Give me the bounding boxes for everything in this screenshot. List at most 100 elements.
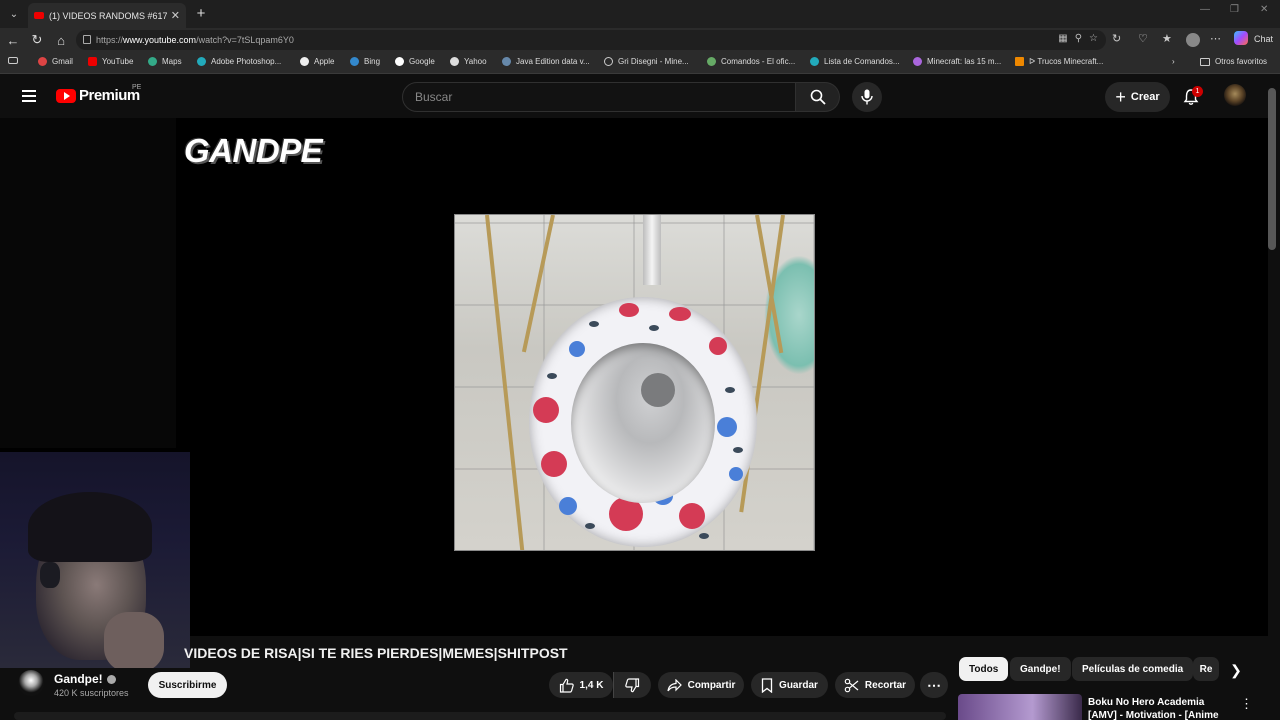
bookmark-item[interactable]: Bing: [350, 57, 380, 66]
like-count: 1,4 K: [579, 679, 604, 691]
url-prefix: https://: [96, 35, 124, 45]
bookmark-item[interactable]: Minecraft: las 15 m...: [913, 57, 1001, 66]
create-label: Crear: [1130, 91, 1160, 103]
search-button[interactable]: [796, 82, 840, 112]
dislike-button[interactable]: [613, 672, 651, 698]
search-input[interactable]: Buscar: [402, 82, 796, 112]
app-install-icon[interactable]: ▦: [1058, 33, 1067, 44]
reload-icon[interactable]: ↻: [28, 31, 46, 49]
new-tab-icon[interactable]: +: [192, 4, 210, 22]
share-button[interactable]: Compartir: [658, 672, 744, 698]
tab-close-icon[interactable]: ✕: [171, 9, 180, 22]
tab-actions-menu-icon[interactable]: ⌄: [4, 4, 24, 24]
save-button[interactable]: Guardar: [751, 672, 828, 698]
thumbs-down-icon: [625, 677, 640, 692]
page-scrollbar[interactable]: [1268, 88, 1276, 250]
more-actions-icon[interactable]: ⋯: [920, 672, 948, 698]
bookmarks-bar: Gmail YouTube Maps Adobe Photoshop... Ap…: [0, 52, 1280, 74]
bookmark-item[interactable]: ᐅ Trucos Minecraft...: [1015, 57, 1103, 66]
bookmarks-toggle-icon[interactable]: [8, 57, 23, 64]
browser-toolbar: ← ↻ ⌂ https://www.youtube.com/watch?v=7t…: [0, 28, 1280, 52]
copilot-icon[interactable]: [1234, 31, 1248, 45]
recommended-thumbnail[interactable]: [958, 694, 1082, 720]
notification-badge: 1: [1192, 86, 1203, 97]
bookmark-item[interactable]: Maps: [148, 57, 182, 66]
video-frame: [454, 214, 815, 551]
close-window-icon[interactable]: ✕: [1260, 4, 1268, 15]
subscriber-count: 420 K suscriptores: [54, 688, 129, 698]
profile-avatar[interactable]: [1186, 33, 1200, 47]
verified-badge-icon: [106, 675, 116, 685]
settings-more-icon[interactable]: ⋯: [1210, 32, 1221, 45]
back-icon[interactable]: ←: [4, 31, 22, 49]
bookmark-item[interactable]: Java Edition data v...: [502, 57, 590, 66]
bookmark-item[interactable]: Google: [395, 57, 435, 66]
potty-opening: [571, 343, 715, 503]
bookmark-item[interactable]: Gri Disegni - Mine...: [604, 57, 689, 66]
browser-essentials-icon[interactable]: ♡: [1138, 32, 1148, 45]
favorites-icon[interactable]: ★: [1162, 32, 1172, 45]
chip-channel[interactable]: Gandpe!: [1010, 657, 1071, 681]
zoom-icon[interactable]: ⚲: [1075, 33, 1082, 44]
clip-button[interactable]: Recortar: [835, 672, 915, 698]
chevron-right-icon[interactable]: ❯: [1226, 660, 1246, 680]
share-label: Compartir: [687, 679, 736, 691]
bookmarks-overflow-icon[interactable]: ›: [1172, 57, 1175, 66]
other-favorites-folder[interactable]: Otros favoritos: [1200, 57, 1267, 66]
create-button[interactable]: + Crear: [1105, 82, 1170, 112]
voice-search-button[interactable]: [852, 82, 882, 112]
refresh-extension-icon[interactable]: ↻: [1112, 32, 1121, 45]
potty-seat: [529, 297, 757, 547]
menu-hamburger-icon[interactable]: [22, 90, 36, 102]
laundry-basket: [764, 255, 814, 375]
logo-region: PE: [132, 84, 142, 91]
youtube-favicon-icon: [34, 12, 44, 19]
tab-title: (1) VIDEOS RANDOMS #617|VIDE: [49, 10, 167, 21]
video-player[interactable]: GANDPE: [0, 118, 1268, 668]
address-bar[interactable]: https://www.youtube.com/watch?v=7tSLqpam…: [76, 30, 1106, 50]
chip-todos[interactable]: Todos: [959, 657, 1009, 681]
subscribe-button[interactable]: Suscribirme: [148, 672, 227, 698]
thumbs-up-icon: [559, 678, 574, 693]
url-path: /watch?v=7tSLqpam6Y0: [196, 35, 294, 45]
channel-name[interactable]: Gandpe!: [54, 672, 103, 686]
youtube-masthead: Premium PE Buscar + Crear 1: [0, 74, 1280, 118]
restore-window-icon[interactable]: ❐: [1230, 4, 1239, 15]
recommended-title[interactable]: Boku No Hero Academia [AMV] - Motivation…: [1088, 696, 1228, 720]
chip-comedy-movies[interactable]: Películas de comedia: [1072, 657, 1194, 681]
chip-partial[interactable]: Re: [1193, 657, 1219, 681]
plus-icon: +: [1115, 87, 1126, 107]
bookmark-item[interactable]: Adobe Photoshop...: [197, 57, 281, 66]
bookmark-item[interactable]: Apple: [300, 57, 334, 66]
favorite-star-icon[interactable]: ☆: [1089, 33, 1098, 44]
channel-watermark: GANDPE: [184, 132, 323, 169]
bookmark-item[interactable]: Yahoo: [450, 57, 487, 66]
share-icon: [666, 678, 682, 691]
search-placeholder: Buscar: [415, 90, 453, 104]
player-left-area: [0, 118, 176, 448]
webcam-overlay: [0, 452, 190, 668]
bookmark-item[interactable]: Gmail: [38, 57, 73, 66]
wall-pipe: [643, 215, 661, 285]
chat-label[interactable]: Chat: [1254, 34, 1273, 44]
url-host: www.youtube.com: [123, 35, 197, 45]
bookmark-icon: [761, 677, 773, 693]
bookmark-item[interactable]: Lista de Comandos...: [810, 57, 900, 66]
like-button[interactable]: 1,4 K: [549, 672, 613, 698]
bookmark-item[interactable]: Comandos - El ofic...: [707, 57, 795, 66]
home-icon[interactable]: ⌂: [52, 31, 70, 49]
logo-text[interactable]: Premium: [79, 87, 140, 104]
browser-tab-active[interactable]: (1) VIDEOS RANDOMS #617|VIDE ✕: [28, 3, 186, 28]
youtube-logo-icon[interactable]: [56, 89, 76, 103]
account-avatar[interactable]: [1224, 84, 1246, 106]
video-title: VIDEOS DE RISA|SI TE RIES PIERDES|MEMES|…: [184, 645, 568, 661]
microphone-icon: [861, 89, 873, 105]
channel-name-row[interactable]: Gandpe!: [54, 672, 116, 686]
recommended-more-icon[interactable]: ⋮: [1240, 696, 1253, 712]
description-box-edge: [14, 712, 946, 720]
channel-avatar[interactable]: [18, 670, 44, 696]
browser-tab-strip: ⌄ (1) VIDEOS RANDOMS #617|VIDE ✕ + — ❐ ✕: [0, 0, 1280, 28]
clip-label: Recortar: [864, 679, 907, 691]
bookmark-item[interactable]: YouTube: [88, 57, 133, 66]
minimize-window-icon[interactable]: —: [1200, 4, 1210, 15]
